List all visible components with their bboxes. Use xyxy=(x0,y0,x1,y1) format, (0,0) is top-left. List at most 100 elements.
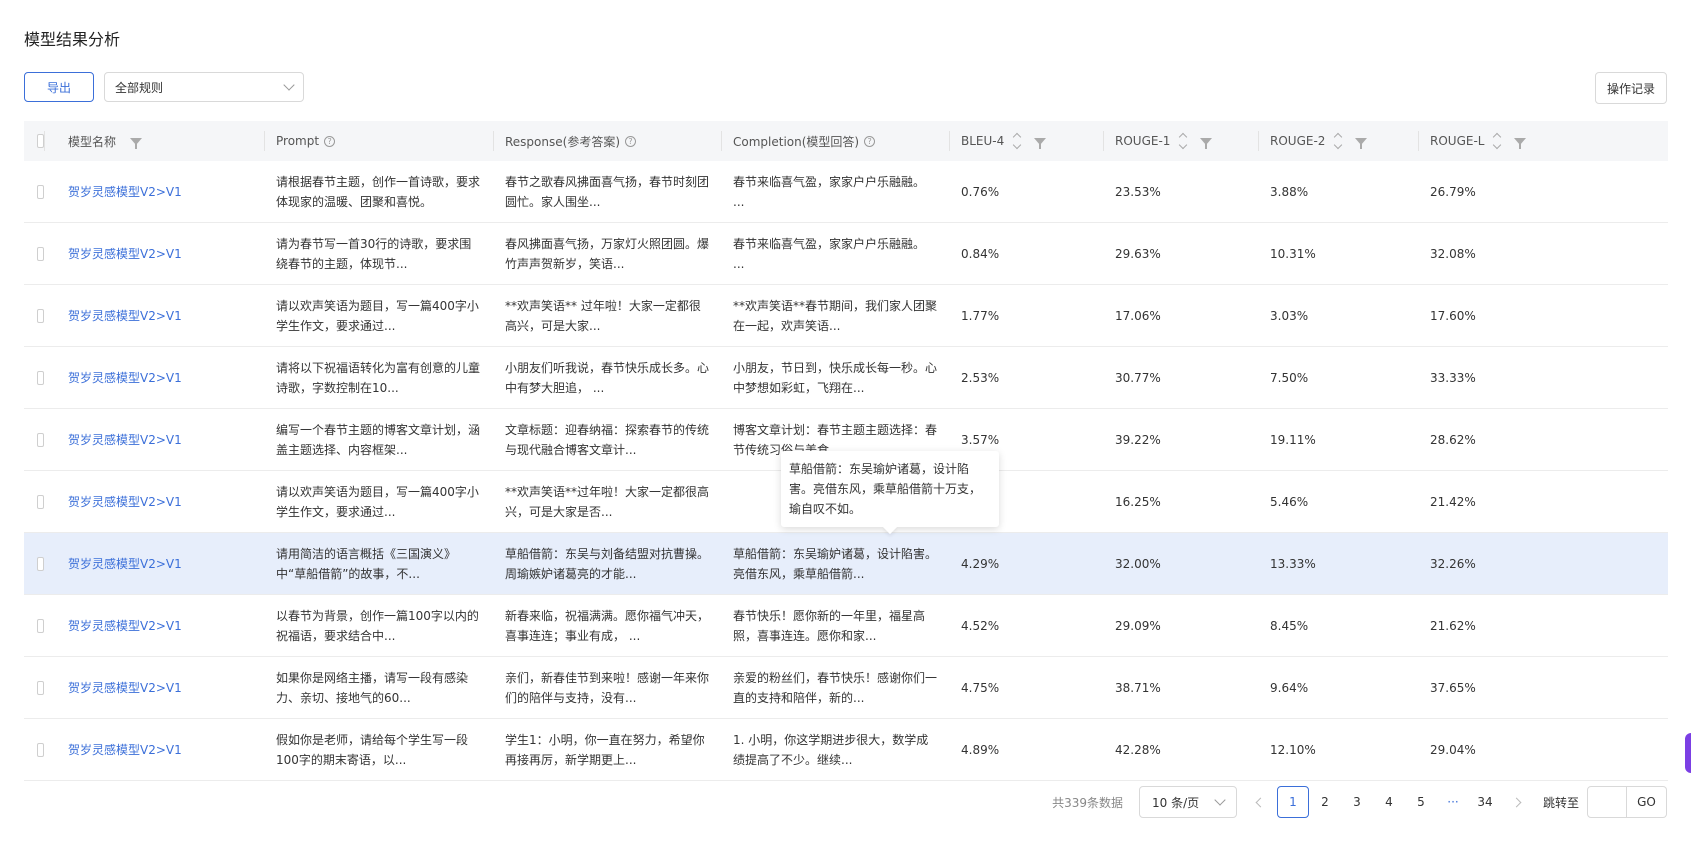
prompt-cell: 编写一个春节主题的博客文章计划，涵盖主题选择、内容框架... xyxy=(276,422,481,457)
rougel-value: 32.26% xyxy=(1430,556,1476,571)
completion-cell: 1. 小明，你这学期进步很大，数学成绩提高了不少。继续... xyxy=(733,732,929,767)
table-row[interactable]: 贺岁灵感模型V2>V1 请以欢声笑语为题目，写一篇400字小学生作文，要求通过..… xyxy=(24,285,1668,347)
rouge1-value: 29.63% xyxy=(1115,246,1161,261)
completion-cell: 亲爱的粉丝们，春节快乐！感谢你们一直的支持和陪伴，新的... xyxy=(733,670,937,705)
rouge1-value: 39.22% xyxy=(1115,432,1161,447)
row-checkbox[interactable] xyxy=(37,370,44,385)
row-checkbox[interactable] xyxy=(37,680,44,695)
rougel-value: 32.08% xyxy=(1430,246,1476,261)
filter-icon[interactable] xyxy=(1355,137,1368,149)
rouge1-value: 30.77% xyxy=(1115,370,1161,385)
page-1[interactable]: 1 xyxy=(1276,786,1309,818)
chevron-left-icon xyxy=(1256,797,1266,807)
rouge2-value: 3.88% xyxy=(1270,184,1309,199)
row-checkbox[interactable] xyxy=(37,308,44,323)
page-size-value: 10 条/页 xyxy=(1151,795,1200,810)
prompt-cell: 请将以下祝福语转化为富有创意的儿童诗歌，字数控制在10... xyxy=(276,360,481,395)
row-checkbox[interactable] xyxy=(37,246,44,261)
completion-cell: 小朋友，节日到，快乐成长每一秒。心中梦想如彩虹，飞翔在... xyxy=(733,360,937,395)
model-name-link[interactable]: 贺岁灵感模型V2>V1 xyxy=(68,245,182,262)
table-row[interactable]: 贺岁灵感模型V2>V1 请根据春节主题，创作一首诗歌，要求体现家的温暖、团聚和喜悦… xyxy=(24,161,1668,223)
table-header: 模型名称 Prompt ? Response(参考答案) ? Completio… xyxy=(24,121,1668,161)
completion-tooltip: 草船借箭：东吴瑜妒诸葛，设计陷害。亮借东风，乘草船借箭十万支，瑜自叹不如。 xyxy=(781,451,999,527)
response-cell: 春节之歌春风拂面喜气扬，春节时刻团圆忙。家人围坐... xyxy=(505,174,709,209)
model-name-link[interactable]: 贺岁灵感模型V2>V1 xyxy=(68,741,182,758)
model-name-link[interactable]: 贺岁灵感模型V2>V1 xyxy=(68,183,182,200)
page-3[interactable]: 3 xyxy=(1341,786,1373,818)
total-count: 共339条数据 xyxy=(1052,795,1123,810)
page-2[interactable]: 2 xyxy=(1309,786,1341,818)
response-cell: 草船借箭：东吴与刘备结盟对抗曹操。周瑜嫉妒诸葛亮的才能... xyxy=(505,546,709,581)
filter-icon[interactable] xyxy=(130,137,143,149)
page-size-select[interactable]: 10 条/页 xyxy=(1138,786,1237,818)
completion-cell: **欢声笑语**春节期间，我们家人团聚在一起，欢声笑语... xyxy=(733,298,937,333)
header-model-name: 模型名称 xyxy=(68,134,117,149)
prompt-cell: 请用简洁的语言概括《三国演义》中“草船借箭”的故事，不... xyxy=(276,546,457,581)
response-cell: 春风拂面喜气扬，万家灯火照团圆。爆竹声声贺新岁，笑语... xyxy=(505,236,709,271)
filter-icon[interactable] xyxy=(1034,137,1047,149)
model-name-link[interactable]: 贺岁灵感模型V2>V1 xyxy=(68,617,182,634)
next-page-button[interactable] xyxy=(1501,786,1533,818)
row-checkbox[interactable] xyxy=(37,556,44,571)
table-row[interactable]: 贺岁灵感模型V2>V1 如果你是网络主播，请写一段有感染力、亲切、接地气的60..… xyxy=(24,657,1668,719)
page-5[interactable]: 5 xyxy=(1405,786,1437,818)
page-34[interactable]: 34 xyxy=(1469,786,1501,818)
sort-icon[interactable] xyxy=(1179,132,1188,150)
row-checkbox[interactable] xyxy=(37,618,44,633)
help-icon[interactable]: ? xyxy=(625,135,636,147)
table-row[interactable]: 贺岁灵感模型V2>V1 以春节为背景，创作一篇100字以内的祝福语，要求结合中..… xyxy=(24,595,1668,657)
bleu4-value: 4.89% xyxy=(961,742,1000,757)
row-checkbox[interactable] xyxy=(37,742,44,757)
rule-select[interactable]: 全部规则 xyxy=(104,72,304,102)
sort-icon[interactable] xyxy=(1493,132,1502,150)
table-row[interactable]: 贺岁灵感模型V2>V1 假如你是老师，请给每个学生写一段100字的期末寄语，以..… xyxy=(24,719,1668,781)
rougel-value: 29.04% xyxy=(1430,742,1476,757)
prev-page-button[interactable] xyxy=(1245,786,1277,818)
row-checkbox[interactable] xyxy=(37,494,44,509)
filter-icon[interactable] xyxy=(1514,137,1527,149)
rouge2-value: 3.03% xyxy=(1270,308,1309,323)
rougel-value: 37.65% xyxy=(1430,680,1476,695)
rouge1-value: 23.53% xyxy=(1115,184,1161,199)
page-4[interactable]: 4 xyxy=(1373,786,1405,818)
rouge2-value: 12.10% xyxy=(1270,742,1316,757)
select-all-checkbox[interactable] xyxy=(37,134,44,148)
filter-icon[interactable] xyxy=(1200,137,1213,149)
sort-icon[interactable] xyxy=(1013,132,1022,150)
jump-page-input[interactable] xyxy=(1587,786,1627,818)
rouge1-value: 17.06% xyxy=(1115,308,1161,323)
completion-cell: 草船借箭：东吴瑜妒诸葛，设计陷害。亮借东风，乘草船借箭... xyxy=(733,546,937,581)
header-completion: Completion(模型回答) xyxy=(733,134,860,149)
row-checkbox[interactable] xyxy=(37,184,44,199)
chevron-right-icon xyxy=(1512,797,1522,807)
help-icon[interactable]: ? xyxy=(864,135,876,147)
sort-icon[interactable] xyxy=(1334,132,1343,150)
bleu4-value: 0.84% xyxy=(961,246,1000,261)
model-name-link[interactable]: 贺岁灵感模型V2>V1 xyxy=(68,555,182,572)
jump-label: 跳转至 xyxy=(1542,795,1579,810)
table-row[interactable]: 贺岁灵感模型V2>V1 请将以下祝福语转化为富有创意的儿童诗歌，字数控制在10..… xyxy=(24,347,1668,409)
bleu4-value: 4.75% xyxy=(961,680,1000,695)
table-row[interactable]: 贺岁灵感模型V2>V1 请用简洁的语言概括《三国演义》中“草船借箭”的故事，不..… xyxy=(24,533,1668,595)
rougel-value: 33.33% xyxy=(1430,370,1476,385)
rougel-value: 28.62% xyxy=(1430,432,1476,447)
model-name-link[interactable]: 贺岁灵感模型V2>V1 xyxy=(68,431,182,448)
rougel-value: 17.60% xyxy=(1430,308,1476,323)
export-button[interactable]: 导出 xyxy=(24,72,94,102)
go-button[interactable]: GO xyxy=(1627,786,1667,818)
rouge1-value: 38.71% xyxy=(1115,680,1161,695)
table-row[interactable]: 贺岁灵感模型V2>V1 请为春节写一首30行的诗歌，要求围绕春节的主题，体现节..… xyxy=(24,223,1668,285)
model-name-link[interactable]: 贺岁灵感模型V2>V1 xyxy=(68,369,182,386)
page-ellipsis[interactable]: ··· xyxy=(1437,786,1469,818)
bleu4-value: 0.76% xyxy=(961,184,1000,199)
prompt-cell: 请根据春节主题，创作一首诗歌，要求体现家的温暖、团聚和喜悦。 xyxy=(276,174,481,209)
model-name-link[interactable]: 贺岁灵感模型V2>V1 xyxy=(68,307,182,324)
model-name-link[interactable]: 贺岁灵感模型V2>V1 xyxy=(68,493,182,510)
operation-log-button[interactable]: 操作记录 xyxy=(1595,72,1667,104)
chevron-down-icon xyxy=(1214,794,1226,806)
side-drawer-tab[interactable] xyxy=(1685,733,1691,773)
row-checkbox[interactable] xyxy=(37,432,44,447)
bleu4-value: 3.57% xyxy=(961,432,1000,447)
model-name-link[interactable]: 贺岁灵感模型V2>V1 xyxy=(68,679,182,696)
help-icon[interactable]: ? xyxy=(324,135,336,147)
